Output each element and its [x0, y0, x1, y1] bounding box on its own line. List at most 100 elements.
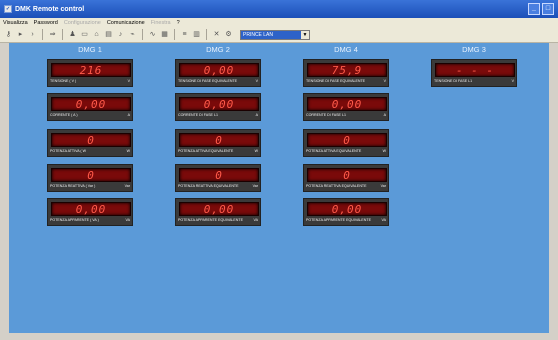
- meter-active-power: 0 POTENZA ATTIVA EQUIVALENTE W: [303, 129, 389, 157]
- meter-display: 0,00: [307, 97, 387, 111]
- plug-icon[interactable]: ⌁: [128, 30, 137, 39]
- meter-label: TENSIONE ( V ): [50, 79, 77, 83]
- bell-icon[interactable]: ♪: [116, 30, 125, 39]
- device-icon[interactable]: ⌂: [92, 30, 101, 39]
- meter-display: 0,00: [51, 202, 131, 216]
- meter-label: TENSIONE DI FASE EQUIVALENTE: [306, 79, 366, 83]
- toolbar: ⚷ ▸ › ⇒ ♟ ▭ ⌂ ▤ ♪ ⌁ ∿ ▦ ≡ ▥ ✕ ⚙ PRINCE L…: [0, 27, 558, 43]
- app-icon: ✓: [4, 5, 12, 13]
- meter-voltage: - - - TENSIONE DI FASE L1 V: [431, 59, 517, 87]
- meter-unit: V: [383, 79, 386, 83]
- meter-label: POTENZA ATTIVA EQUIVALENTE: [306, 149, 362, 153]
- meter-display: 0: [307, 133, 387, 147]
- meter-unit: Var: [380, 184, 386, 188]
- meter-label: POTENZA REATTIVA EQUIVALENTE: [178, 184, 239, 188]
- meter-label: TENSIONE DI FASE L1: [434, 79, 473, 83]
- meter-display: 0,00: [51, 97, 131, 111]
- meter-unit: W: [382, 149, 386, 153]
- meter-current: 0,00 CORRENTE ( A ) A: [47, 93, 133, 121]
- toolbar-separator: [174, 29, 175, 40]
- keyboard-icon[interactable]: ▭: [80, 30, 89, 39]
- window-title: DMK Remote control: [15, 5, 85, 13]
- menu-visualizza[interactable]: Visualizza: [3, 20, 28, 26]
- title-bar: ✓ DMK Remote control _ □: [0, 0, 558, 18]
- meter-display: 0: [51, 133, 131, 147]
- meter-apparent-power: 0,00 POTENZA APPARENTE ( VA ) VA: [47, 198, 133, 226]
- meter-unit: A: [127, 113, 130, 117]
- meter-label: POTENZA APPARENTE ( VA ): [50, 218, 99, 222]
- maximize-button[interactable]: □: [542, 3, 554, 15]
- menu-configurazione[interactable]: Configurazione: [64, 20, 101, 26]
- meter-display: 0: [51, 168, 131, 182]
- menu-help[interactable]: ?: [177, 20, 180, 26]
- list-icon[interactable]: ≡: [180, 30, 189, 39]
- menu-finestra[interactable]: Finestra: [151, 20, 171, 26]
- meter-active-power: 0 POTENZA ATTIVA EQUIVALENTE W: [175, 129, 261, 157]
- connection-select-value: PRINCE LAN: [243, 31, 274, 38]
- device-title: DMG 1: [78, 45, 102, 54]
- meter-label: POTENZA APPARENTE EQUIVALENTE: [178, 218, 243, 222]
- status-bar: [0, 333, 558, 340]
- meter-unit: VA: [381, 218, 386, 222]
- meter-label: TENSIONE DI FASE EQUIVALENTE: [178, 79, 238, 83]
- meter-unit: V: [511, 79, 514, 83]
- grid-icon[interactable]: ▦: [160, 30, 169, 39]
- meter-reactive-power: 0 POTENZA REATTIVA EQUIVALENTE Var: [175, 164, 261, 192]
- meter-display: 0,00: [179, 202, 259, 216]
- meter-active-power: 0 POTENZA ATTIVA ( W W: [47, 129, 133, 157]
- meter-unit: A: [383, 113, 386, 117]
- user-icon[interactable]: ♟: [68, 30, 77, 39]
- meter-unit: V: [127, 79, 130, 83]
- toolbar-separator: [62, 29, 63, 40]
- bars-icon[interactable]: ▥: [192, 30, 201, 39]
- toolbar-separator: [142, 29, 143, 40]
- meter-display: 0: [307, 168, 387, 182]
- connect-icon[interactable]: ⇒: [48, 30, 57, 39]
- meter-unit: V: [255, 79, 258, 83]
- chevron-down-icon[interactable]: ▼: [301, 30, 309, 39]
- meter-display: 0,00: [179, 63, 259, 77]
- window-controls: _ □: [528, 3, 554, 15]
- minimize-button[interactable]: _: [528, 3, 540, 15]
- meter-label: POTENZA ATTIVA EQUIVALENTE: [178, 149, 234, 153]
- meter-display: 0,00: [307, 202, 387, 216]
- step-icon[interactable]: ›: [28, 30, 37, 39]
- menu-comunicazione[interactable]: Comunicazione: [107, 20, 145, 26]
- meter-unit: Var: [252, 184, 258, 188]
- meter-label: POTENZA REATTIVA ( Var ): [50, 184, 96, 188]
- meter-unit: A: [255, 113, 258, 117]
- menu-bar: Visualizza Password Configurazione Comun…: [0, 18, 558, 27]
- meter-icon[interactable]: ▤: [104, 30, 113, 39]
- meter-unit: W: [254, 149, 258, 153]
- meter-unit: Var: [124, 184, 130, 188]
- meter-unit: VA: [253, 218, 258, 222]
- device-title: DMG 4: [334, 45, 358, 54]
- meter-display: 216: [51, 63, 131, 77]
- meter-voltage: 0,00 TENSIONE DI FASE EQUIVALENTE V: [175, 59, 261, 87]
- meter-unit: VA: [125, 218, 130, 222]
- meter-display: 0,00: [179, 97, 259, 111]
- meter-apparent-power: 0,00 POTENZA APPARENTE EQUIVALENTE VA: [175, 198, 261, 226]
- meter-display: 0: [179, 168, 259, 182]
- tools-icon[interactable]: ✕: [212, 30, 221, 39]
- menu-password[interactable]: Password: [34, 20, 58, 26]
- meter-label: CORRENTE ( A ): [50, 113, 78, 117]
- device-title: DMG 2: [206, 45, 230, 54]
- meter-label: POTENZA REATTIVA EQUIVALENTE: [306, 184, 367, 188]
- meter-current: 0,00 CORRENTE DI FASE L1 A: [175, 93, 261, 121]
- meter-label: POTENZA ATTIVA ( W: [50, 149, 87, 153]
- meter-label: CORRENTE DI FASE L1: [178, 113, 218, 117]
- device-title: DMG 3: [462, 45, 486, 54]
- connection-select[interactable]: PRINCE LAN ▼: [240, 29, 310, 40]
- meters-panel: DMG 1 216 TENSIONE ( V ) V 0,00 CORRENTE…: [9, 43, 549, 340]
- play-icon[interactable]: ▸: [16, 30, 25, 39]
- meter-display: - - -: [435, 63, 515, 77]
- settings-icon[interactable]: ⚙: [224, 30, 233, 39]
- meter-voltage: 216 TENSIONE ( V ) V: [47, 59, 133, 87]
- meter-apparent-power: 0,00 POTENZA APPARENTE EQUIVALENTE VA: [303, 198, 389, 226]
- key-icon[interactable]: ⚷: [4, 30, 13, 39]
- toolbar-separator: [206, 29, 207, 40]
- meter-current: 0,00 CORRENTE DI FASE L1 A: [303, 93, 389, 121]
- toolbar-separator: [42, 29, 43, 40]
- wave-icon[interactable]: ∿: [148, 30, 157, 39]
